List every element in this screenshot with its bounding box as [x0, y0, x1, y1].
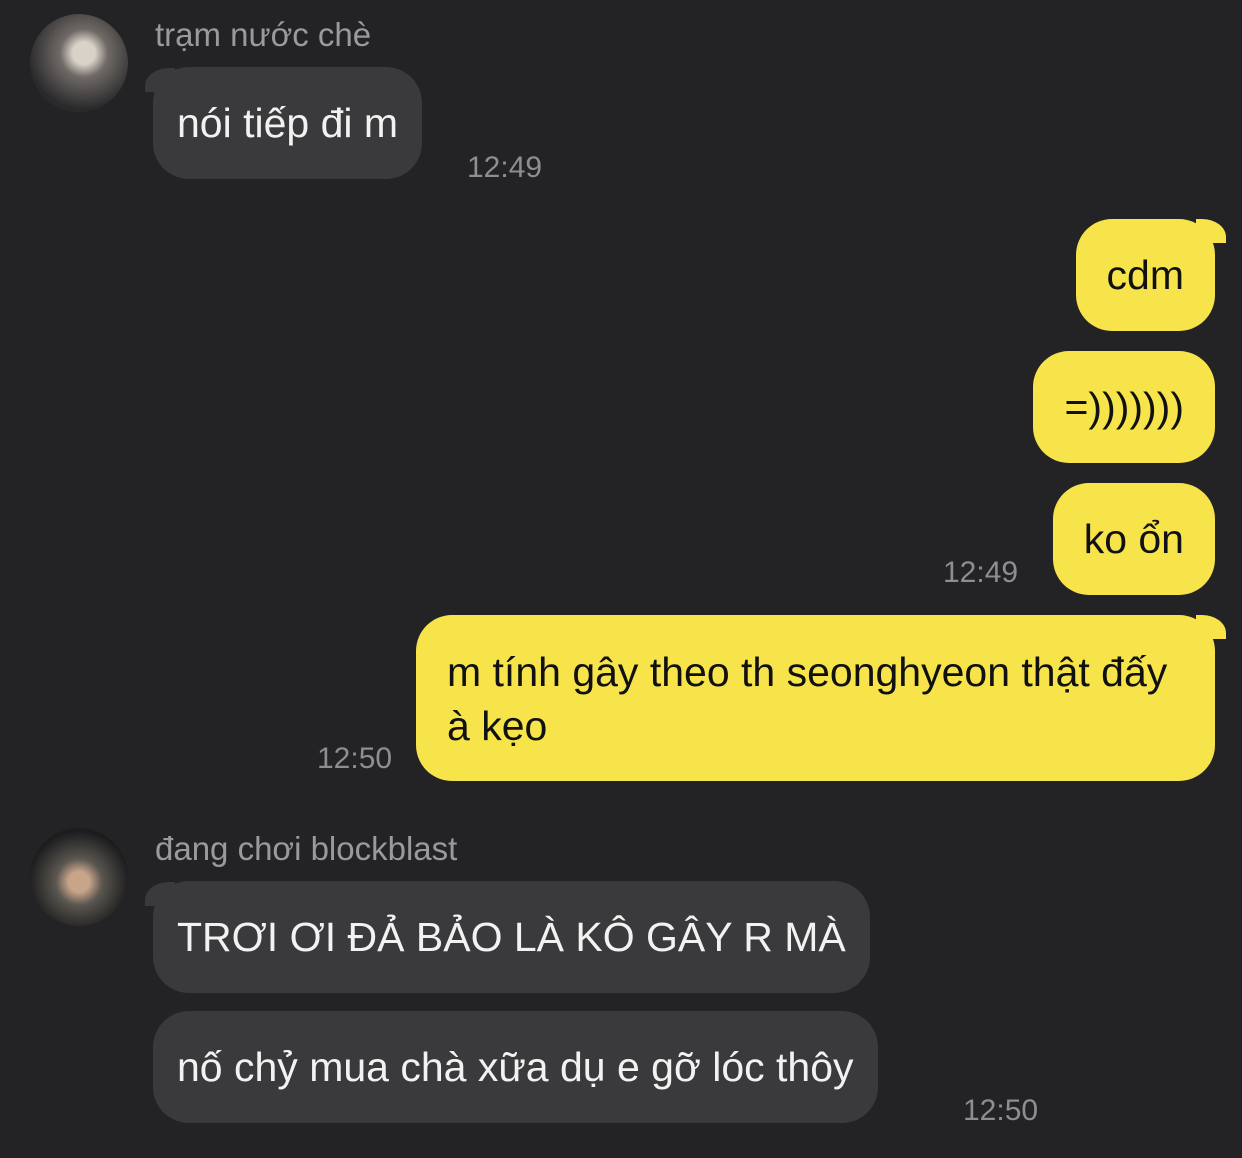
message-timestamp: 12:50 [963, 1094, 1039, 1127]
incoming-message-bubble[interactable]: nố chỷ mua chà xữa dụ e gỡ lóc thôy [153, 1011, 878, 1123]
message-timestamp: 12:49 [943, 556, 1019, 589]
outgoing-message-bubble[interactable]: m tính gây theo th seonghyeon thật đấy à… [416, 615, 1215, 781]
incoming-message-bubble[interactable]: TRƠI ƠI ĐẢ BẢO LÀ KÔ GÂY R MÀ [153, 881, 870, 993]
sender-name: đang chơi blockblast [155, 830, 458, 867]
sender-avatar[interactable] [30, 14, 128, 112]
message-timestamp: 12:49 [467, 151, 543, 184]
sender-avatar[interactable] [30, 828, 128, 926]
incoming-message-bubble[interactable]: nói tiếp đi m [153, 67, 423, 179]
message-timestamp: 12:50 [317, 742, 393, 775]
outgoing-message-bubble[interactable]: =))))))) [1033, 351, 1215, 463]
outgoing-message-bubble[interactable]: ko ổn [1052, 483, 1215, 595]
sender-name: trạm nước chè [155, 16, 372, 53]
outgoing-message-bubble[interactable]: cdm [1075, 219, 1215, 331]
